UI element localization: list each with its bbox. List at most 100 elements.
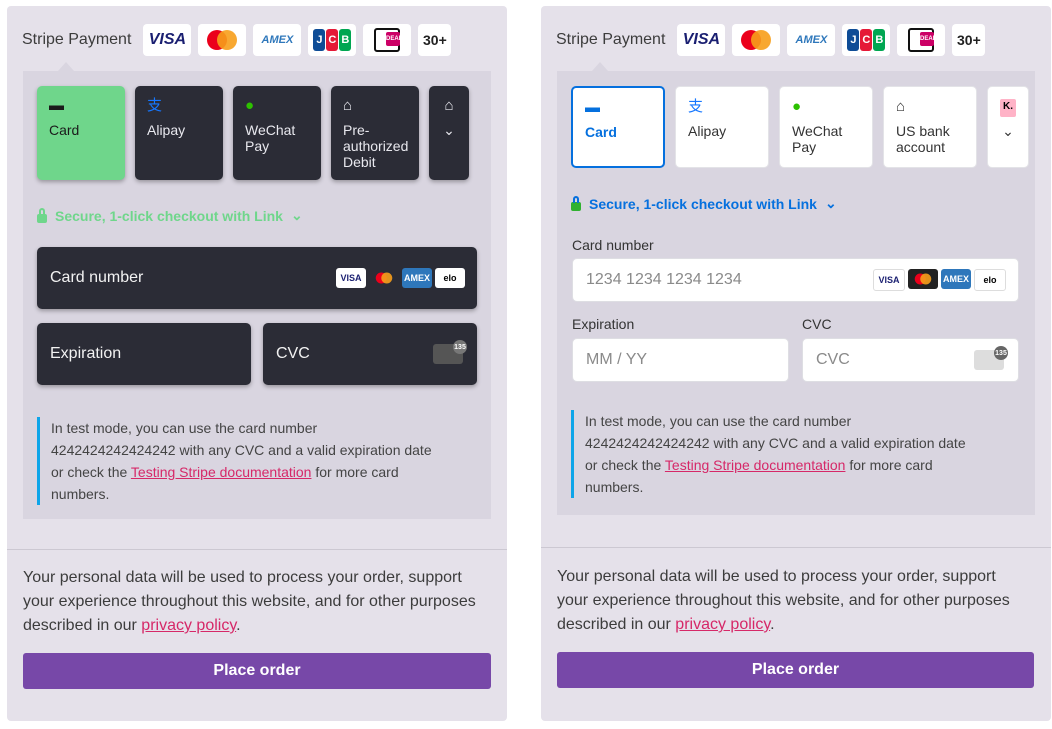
ideal-logo: iDEAL <box>897 24 946 56</box>
payment-method-title: Stripe Payment <box>556 31 666 48</box>
tab-alipay[interactable]: 支 Alipay <box>675 86 769 168</box>
privacy-policy-link[interactable]: privacy policy <box>141 617 236 634</box>
card-number-label: Card number <box>572 237 654 253</box>
more-brands-badge: 30+ <box>418 24 452 56</box>
box-pointer <box>58 62 74 71</box>
chevron-down-icon: ⌄ <box>824 195 837 211</box>
cvc-card-icon: 135 <box>433 340 467 364</box>
wechat-icon: ● <box>245 97 255 114</box>
link-checkout-toggle[interactable]: Secure, 1-click checkout with Link ⌄ <box>571 195 837 212</box>
bank-icon: ⌂ <box>343 97 353 114</box>
visa-logo: VISA <box>677 24 726 56</box>
link-checkout-text: Secure, 1-click checkout with Link <box>589 195 817 212</box>
jcb-logo: JCB <box>842 24 891 56</box>
bank-icon: ⌂ <box>444 97 454 114</box>
ideal-logo: iDEAL <box>363 24 412 56</box>
klarna-icon: K. <box>1000 99 1016 117</box>
expiration-input[interactable]: Expiration <box>37 323 251 385</box>
visa-logo: VISA <box>143 24 192 56</box>
wechat-icon: ● <box>792 98 802 115</box>
tab-us-bank-account[interactable]: ⌂ US bank account <box>883 86 977 168</box>
card-brand-icons: VISA AMEX elo <box>873 269 1006 291</box>
link-checkout-toggle[interactable]: Secure, 1-click checkout with Link ⌄ <box>37 207 303 224</box>
tab-label: Card <box>585 124 617 140</box>
privacy-text: Your personal data will be used to proce… <box>23 569 476 634</box>
card-icon: ▬ <box>585 99 600 116</box>
card-icon: ▬ <box>49 97 64 114</box>
link-checkout-text: Secure, 1-click checkout with Link <box>55 207 283 224</box>
bank-icon: ⌂ <box>896 98 906 115</box>
chevron-down-icon: ⌄ <box>290 207 303 223</box>
tab-label: Pre-authorized Debit <box>343 122 409 170</box>
card-number-label: Card number <box>50 269 144 286</box>
card-number-input[interactable]: 1234 1234 1234 1234 VISA AMEX elo <box>572 258 1019 302</box>
lock-icon <box>571 195 581 211</box>
tab-label: Card <box>49 122 80 138</box>
more-brands-badge: 30+ <box>952 24 986 56</box>
place-order-button[interactable]: Place order <box>23 653 491 689</box>
box-pointer <box>592 62 608 71</box>
expiration-label: Expiration <box>572 316 635 332</box>
expiration-input[interactable]: MM / YY <box>572 338 789 382</box>
tab-more[interactable]: K. ⌄ <box>987 86 1029 168</box>
privacy-text: Your personal data will be used to proce… <box>557 568 1010 633</box>
tab-wechat-pay[interactable]: ● WeChat Pay <box>779 86 873 168</box>
divider <box>7 549 507 550</box>
payment-header: Stripe Payment VISA AMEX JCB iDEAL 30+ <box>22 23 458 57</box>
tab-label: WeChat Pay <box>245 122 296 154</box>
tab-label: WeChat Pay <box>792 123 843 155</box>
amex-logo: AMEX <box>787 24 836 56</box>
expiration-label: Expiration <box>50 345 122 362</box>
place-order-button[interactable]: Place order <box>557 652 1034 688</box>
elo-icon: elo <box>974 269 1006 291</box>
lock-icon <box>37 207 47 223</box>
card-number-input[interactable]: Card number VISA AMEX elo <box>37 247 477 309</box>
card-brand-icons: VISA AMEX elo <box>336 268 465 288</box>
payment-tabs: ▬ Card 支 Alipay ● WeChat Pay ⌂ US bank a… <box>571 86 1029 168</box>
chevron-down-icon: ⌄ <box>443 122 455 138</box>
tab-pre-authorized-debit[interactable]: ⌂ Pre-authorized Debit <box>331 86 419 180</box>
cvc-placeholder: CVC <box>816 351 850 368</box>
jcb-logo: JCB <box>308 24 357 56</box>
tab-more[interactable]: ⌂ ⌄ <box>429 86 469 180</box>
alipay-icon: 支 <box>688 98 704 115</box>
tab-card[interactable]: ▬ Card <box>37 86 125 180</box>
test-mode-note: In test mode, you can use the card numbe… <box>571 410 966 498</box>
amex-logo: AMEX <box>253 24 302 56</box>
chevron-down-icon: ⌄ <box>1002 123 1014 139</box>
testing-docs-link[interactable]: Testing Stripe documentation <box>131 464 312 480</box>
mastercard-icon <box>369 268 399 288</box>
amex-icon: AMEX <box>941 269 971 289</box>
divider <box>541 547 1051 548</box>
checkout-panel-light: Stripe Payment VISA AMEX JCB iDEAL 30+ ▬… <box>541 6 1051 721</box>
test-mode-note: In test mode, you can use the card numbe… <box>37 417 432 505</box>
cvc-label: CVC <box>276 345 310 362</box>
payment-method-title: Stripe Payment <box>22 31 132 48</box>
amex-icon: AMEX <box>402 268 432 288</box>
mastercard-logo <box>198 24 247 56</box>
visa-icon: VISA <box>873 269 905 291</box>
payment-tabs: ▬ Card 支 Alipay ● WeChat Pay ⌂ Pre-autho… <box>37 86 469 180</box>
cvc-input[interactable]: CVC 135 <box>802 338 1019 382</box>
testing-docs-link[interactable]: Testing Stripe documentation <box>665 457 846 473</box>
cvc-card-icon: 135 <box>974 346 1008 370</box>
tab-label: US bank account <box>896 123 950 155</box>
privacy-policy-link[interactable]: privacy policy <box>675 616 770 633</box>
cvc-label: CVC <box>802 316 832 332</box>
alipay-icon: 支 <box>147 97 163 114</box>
tab-label: Alipay <box>147 122 186 138</box>
expiration-placeholder: MM / YY <box>586 351 648 368</box>
elo-icon: elo <box>435 268 465 288</box>
tab-alipay[interactable]: 支 Alipay <box>135 86 223 180</box>
mastercard-logo <box>732 24 781 56</box>
payment-header: Stripe Payment VISA AMEX JCB iDEAL 30+ <box>556 23 992 57</box>
tab-label: Alipay <box>688 123 727 139</box>
stripe-element-box: ▬ Card 支 Alipay ● WeChat Pay ⌂ US bank a… <box>557 71 1035 515</box>
checkout-panel-dark: Stripe Payment VISA AMEX JCB iDEAL 30+ ▬… <box>7 6 507 721</box>
visa-icon: VISA <box>336 268 366 288</box>
tab-wechat-pay[interactable]: ● WeChat Pay <box>233 86 321 180</box>
mastercard-icon <box>908 269 938 289</box>
tab-card[interactable]: ▬ Card <box>571 86 665 168</box>
stripe-element-box: ▬ Card 支 Alipay ● WeChat Pay ⌂ Pre-autho… <box>23 71 491 519</box>
cvc-input[interactable]: CVC 135 <box>263 323 477 385</box>
